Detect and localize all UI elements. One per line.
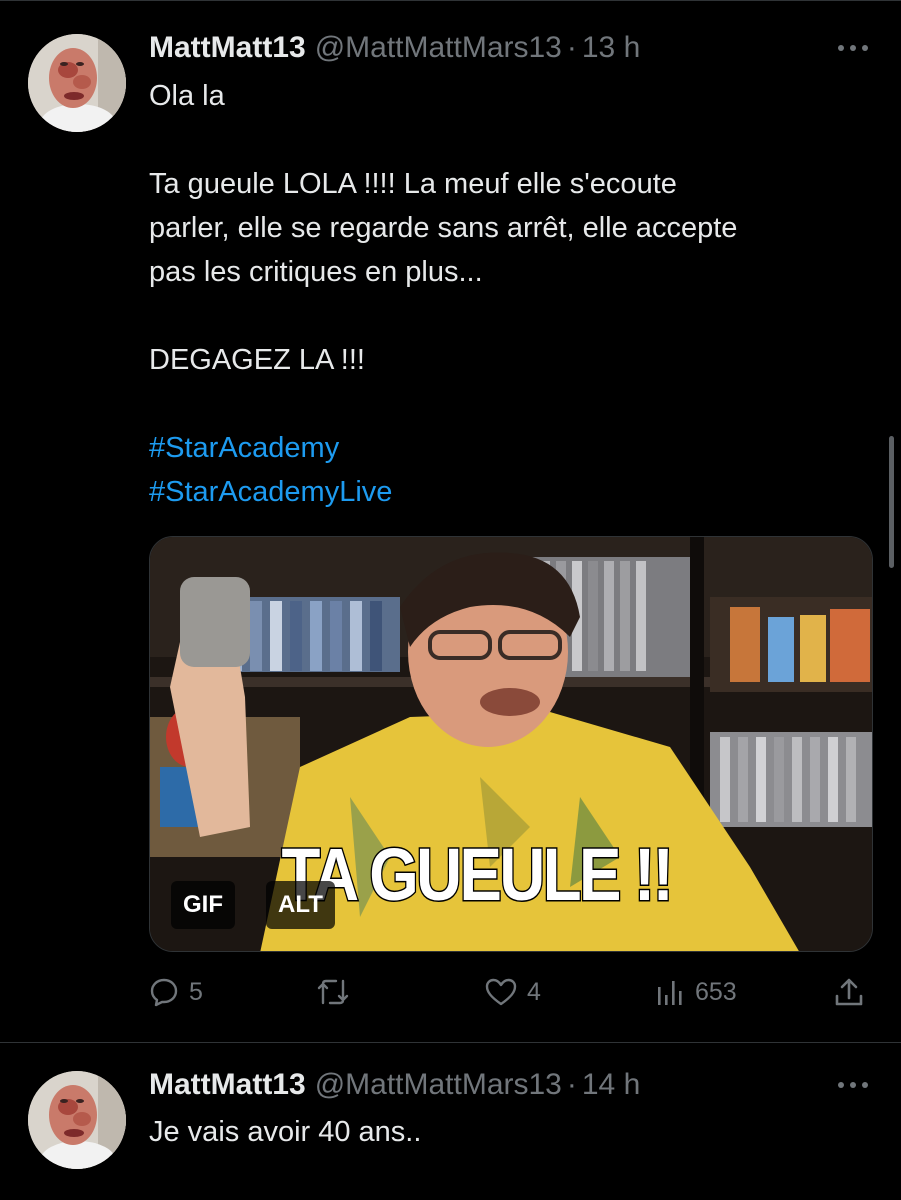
scrollbar[interactable] [889, 436, 894, 568]
tweet-text: Ola la Ta gueule LOLA !!!! La meuf elle … [149, 74, 869, 514]
tweet-actions: 5 4 653 [149, 972, 873, 1012]
more-horizontal-icon[interactable] [835, 38, 871, 58]
tweet[interactable]: MattMatt13 @MattMattMars13 · 14 h Je vai… [0, 1043, 901, 1200]
heart-icon [485, 978, 517, 1006]
text-line: pas les critiques en plus... [149, 256, 483, 288]
timestamp[interactable]: 14 h [582, 1065, 640, 1105]
retweet-button[interactable] [315, 972, 361, 1012]
gif-badge: GIF [171, 881, 235, 929]
display-name[interactable]: MattMatt13 [149, 28, 306, 68]
user-handle[interactable]: @MattMattMars13 [315, 1065, 562, 1105]
text-line: Je vais avoir 40 ans.. [149, 1116, 422, 1148]
timestamp[interactable]: 13 h [582, 28, 640, 68]
hashtag-link[interactable]: #StarAcademyLive [149, 470, 869, 514]
text-line: DEGAGEZ LA !!! [149, 344, 365, 376]
views-bar-chart-icon [658, 981, 682, 1005]
reply-button[interactable]: 5 [149, 972, 203, 1012]
tweet-text: Je vais avoir 40 ans.. [149, 1110, 869, 1154]
view-count: 653 [695, 977, 737, 1006]
avatar[interactable] [28, 1071, 126, 1169]
reply-count: 5 [189, 977, 203, 1006]
user-handle[interactable]: @MattMattMars13 [315, 28, 562, 68]
separator-dot: · [566, 1068, 577, 1101]
tweet-header: MattMatt13 @MattMattMars13 · 13 h [149, 28, 640, 68]
like-button[interactable]: 4 [485, 972, 541, 1012]
text-line: Ola la [149, 80, 225, 112]
like-count: 4 [527, 977, 541, 1006]
text-line: parler, elle se regarde sans arrêt, elle… [149, 212, 738, 244]
share-upload-icon [835, 978, 863, 1006]
text-line: Ta gueule LOLA !!!! La meuf elle s'ecout… [149, 168, 677, 200]
alt-badge[interactable]: ALT [266, 881, 335, 929]
avatar[interactable] [28, 34, 126, 132]
more-horizontal-icon[interactable] [835, 1075, 871, 1095]
views-button[interactable]: 653 [655, 972, 737, 1012]
tweet[interactable]: MattMatt13 @MattMattMars13 · 13 h Ola la… [0, 0, 901, 1042]
separator-dot: · [566, 31, 577, 64]
tweet-header: MattMatt13 @MattMattMars13 · 14 h [149, 1065, 640, 1105]
hashtag-link[interactable]: #StarAcademy [149, 426, 869, 470]
reply-bubble-icon [150, 978, 178, 1007]
retweet-icon [317, 979, 349, 1005]
display-name[interactable]: MattMatt13 [149, 1065, 306, 1105]
share-button[interactable] [833, 972, 865, 1012]
